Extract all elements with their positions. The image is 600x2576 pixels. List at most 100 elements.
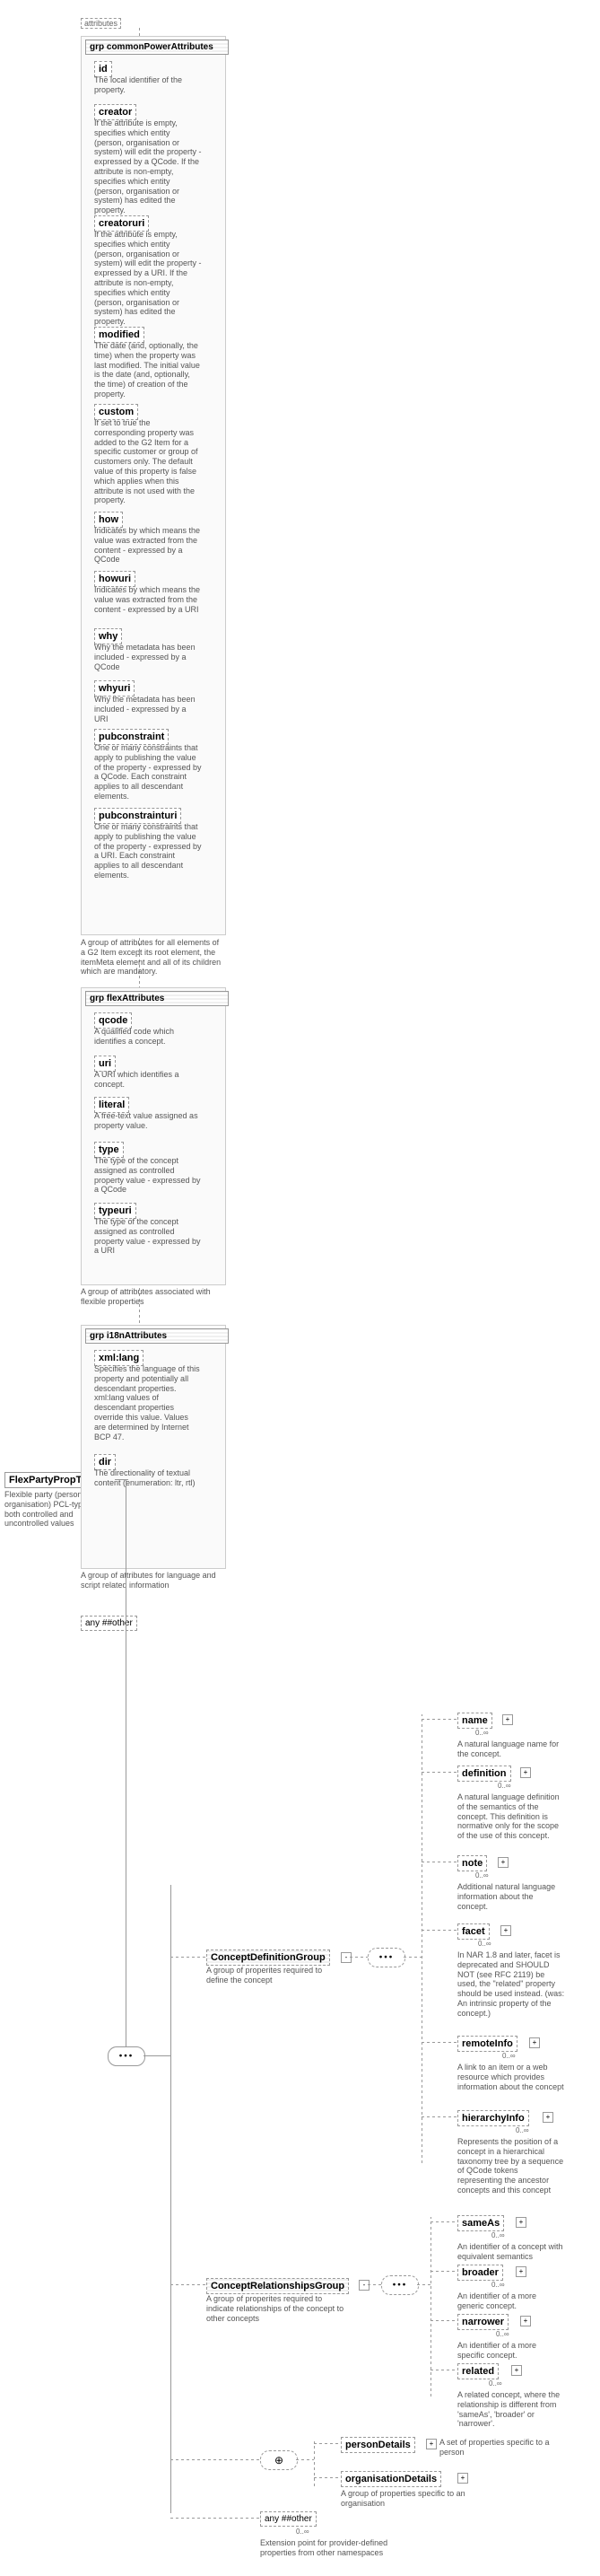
- count: 0..∞: [516, 2126, 529, 2134]
- connector: [430, 2221, 457, 2222]
- elem-remoteinfo-desc: A link to an item or a web resource whic…: [457, 2063, 565, 2091]
- connector: [143, 2055, 170, 2056]
- attr-creatoruri-desc: If the attribute is empty, specifies whi…: [94, 230, 202, 327]
- attr-modified-desc: The date (and, optionally, the time) whe…: [94, 341, 202, 399]
- sequence-cdg: [368, 1948, 405, 1967]
- attr-pubconstrainturi-desc: One or many constraints that apply to pu…: [94, 822, 202, 881]
- expand-toggle[interactable]: +: [426, 2439, 437, 2449]
- expand-toggle[interactable]: +: [500, 1925, 511, 1936]
- connector: [314, 2477, 341, 2478]
- concept-rel-desc: A group of properites required to indica…: [206, 2294, 350, 2323]
- concept-def-desc: A group of properites required to define…: [206, 1966, 341, 1985]
- expand-toggle[interactable]: +: [520, 2316, 531, 2326]
- flex-group-header: grp flexAttributes: [85, 991, 229, 1006]
- elem-narrower: narrower: [457, 2314, 509, 2330]
- common-group-desc: A group of attributes for all elements o…: [81, 938, 224, 977]
- connector: [170, 2284, 206, 2285]
- expand-toggle[interactable]: +: [529, 2037, 540, 2048]
- connector: [170, 1957, 206, 1958]
- count: 0..∞: [475, 1871, 489, 1879]
- elem-persondetails: personDetails: [341, 2437, 415, 2453]
- sequence-crg: [381, 2275, 419, 2295]
- expand-toggle[interactable]: +: [516, 2217, 526, 2228]
- elem-persondetails-desc: A set of properties specific to a person: [439, 2438, 565, 2458]
- count: 0..∞: [498, 1782, 511, 1790]
- attributes-label: attributes: [81, 18, 121, 29]
- expand-toggle[interactable]: +: [543, 2112, 553, 2123]
- expand-toggle[interactable]: +: [498, 1857, 509, 1868]
- elem-any-other: any ##other: [260, 2511, 317, 2527]
- connector: [170, 1885, 171, 2513]
- connector: [314, 2443, 341, 2444]
- expand-toggle[interactable]: -: [359, 2280, 370, 2291]
- elem-orgdetails: organisationDetails: [341, 2471, 441, 2487]
- connector: [170, 2459, 260, 2460]
- attr-dir-desc: The directionality of textual content (e…: [94, 1468, 202, 1488]
- elem-note-desc: Additional natural language information …: [457, 1882, 565, 1911]
- elem-orgdetails-desc: A group of properties specific to an org…: [341, 2489, 475, 2509]
- count: 0..∞: [489, 2379, 502, 2388]
- connector: [422, 1719, 457, 1720]
- expand-toggle[interactable]: +: [457, 2473, 468, 2484]
- connector: [422, 1772, 457, 1773]
- expand-toggle[interactable]: +: [516, 2266, 526, 2277]
- attr-how-desc: Indicates by which means the value was e…: [94, 526, 202, 565]
- attr-whyuri-desc: Why the metadata has been included - exp…: [94, 695, 202, 723]
- expand-toggle[interactable]: +: [502, 1714, 513, 1725]
- elem-broader-desc: An identifier of a more generic concept.: [457, 2291, 565, 2311]
- elem-hierarchyinfo: hierarchyInfo: [457, 2110, 529, 2126]
- expand-toggle[interactable]: +: [511, 2365, 522, 2376]
- attr-literal-desc: A free-text value assigned as property v…: [94, 1111, 202, 1131]
- count: 0..∞: [496, 2330, 509, 2338]
- attr-type-desc: The type of the concept assigned as cont…: [94, 1156, 202, 1195]
- common-group-header: grp commonPowerAttributes: [85, 39, 229, 55]
- attr-howuri-desc: Indicates by which means the value was e…: [94, 585, 202, 614]
- attr-custom-desc: If set to true the corresponding propert…: [94, 418, 202, 505]
- count: 0..∞: [502, 2052, 516, 2060]
- elem-facet: facet: [457, 1923, 490, 1940]
- connector: [422, 2042, 457, 2043]
- connector: [296, 2459, 314, 2460]
- attr-pubconstraint-desc: One or many constraints that apply to pu…: [94, 743, 202, 802]
- connector: [404, 1957, 422, 1958]
- elem-narrower-desc: An identifier of a more specific concept…: [457, 2341, 565, 2361]
- i18n-group-desc: A group of attributes for language and s…: [81, 1571, 224, 1590]
- connector: [422, 1930, 457, 1931]
- flex-group-desc: A group of attributes associated with fl…: [81, 1287, 224, 1307]
- count: 0..∞: [491, 2231, 505, 2239]
- elem-definition-desc: A natural language definition of the sem…: [457, 1792, 565, 1841]
- i18n-group-header: grp i18nAttributes: [85, 1328, 229, 1344]
- attr-why-desc: Why the metadata has been included - exp…: [94, 643, 202, 671]
- attr-qcode-desc: A qualified code which identifies a conc…: [94, 1027, 202, 1047]
- connector: [368, 2284, 381, 2285]
- elem-any-other-desc: Extension point for provider-defined pro…: [260, 2538, 395, 2558]
- attr-id-desc: The local identifier of the property.: [94, 75, 202, 95]
- elem-broader: broader: [457, 2265, 503, 2281]
- elem-remoteinfo: remoteInfo: [457, 2036, 517, 2052]
- connector: [430, 2271, 457, 2272]
- count: 0..∞: [491, 2281, 505, 2289]
- elem-note: note: [457, 1855, 487, 1871]
- connector: [170, 2518, 260, 2519]
- expand-toggle[interactable]: +: [520, 1767, 531, 1778]
- connector: [350, 1957, 368, 1958]
- elem-name-desc: A natural language name for the concept.: [457, 1739, 565, 1759]
- elem-sameas: sameAs: [457, 2215, 504, 2231]
- elem-sameas-desc: An identifier of a concept with equivale…: [457, 2242, 565, 2262]
- elem-facet-desc: In NAR 1.8 and later, facet is deprecate…: [457, 1950, 565, 2019]
- expand-toggle[interactable]: -: [341, 1952, 352, 1963]
- connector: [422, 2116, 457, 2117]
- elem-related-desc: A related concept, where the relationshi…: [457, 2390, 565, 2429]
- elem-name: name: [457, 1713, 492, 1729]
- attr-typeuri-desc: The type of the concept assigned as cont…: [94, 1217, 202, 1256]
- attr-creator-desc: If the attribute is empty, specifies whi…: [94, 118, 202, 215]
- attr-uri-desc: A URI which identifies a concept.: [94, 1070, 202, 1090]
- sequence-root: [108, 2046, 145, 2066]
- count: 0..∞: [475, 1729, 489, 1737]
- concept-def-group: ConceptDefinitionGroup: [206, 1950, 330, 1966]
- concept-rel-group: ConceptRelationshipsGroup: [206, 2278, 349, 2294]
- count: 0..∞: [478, 1940, 491, 1948]
- connector: [417, 2284, 430, 2285]
- elem-hierarchyinfo-desc: Represents the position of a concept in …: [457, 2137, 565, 2195]
- connector: [314, 2441, 315, 2486]
